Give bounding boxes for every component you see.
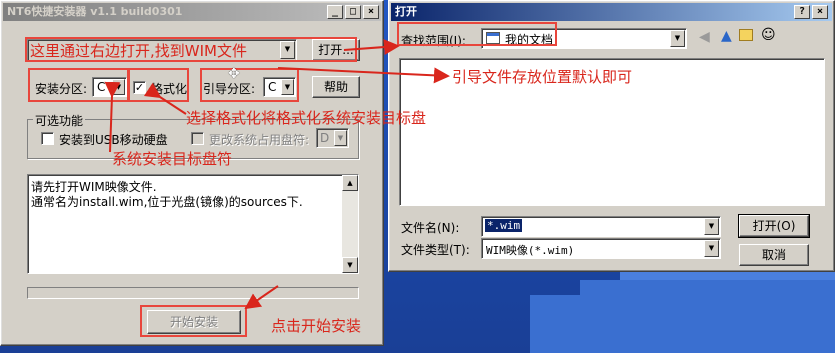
change-drive-select[interactable]: D ▼ [316,128,349,148]
chevron-down-icon[interactable]: ▼ [704,240,719,257]
filetype-value: WIM映像(*.wim) [486,244,575,257]
mouse-cursor-icon: ✥ [228,66,240,82]
log-scrollbar[interactable]: ▲ ▼ [342,175,358,273]
usb-checkbox[interactable] [41,132,54,145]
desktop-decoration [580,280,835,295]
annotation-click-start: 点击开始安装 [271,317,362,335]
annotation-boot-location: 引导文件存放位置默认即可 [452,68,633,86]
dialog-title-bar[interactable]: 打开 ? × [391,3,832,21]
highlight-start-button [140,305,247,337]
chevron-down-icon[interactable]: ▼ [704,218,719,235]
help-button[interactable]: 帮助 [312,76,360,98]
maximize-button[interactable]: □ [345,5,361,19]
minimize-button[interactable]: _ [327,5,343,19]
change-drive-checkbox[interactable] [191,132,204,145]
view-menu-icon[interactable]: ☺ [761,27,776,43]
highlight-boot-partition [200,68,299,102]
annotation-format-target: 选择格式化将格式化系统安装目标盘 [186,109,427,127]
dialog-cancel-button[interactable]: 取消 [739,244,809,266]
help-icon[interactable]: ? [794,5,810,19]
close-button[interactable]: × [363,5,379,19]
highlight-format [128,68,189,102]
progress-bar [27,287,359,299]
close-button[interactable]: × [812,5,828,19]
change-drive-label: 更改系统占用盘符: [209,133,310,147]
chevron-down-icon[interactable]: ▼ [670,30,685,47]
dialog-open-button[interactable]: 打开(O) [738,214,810,238]
annotation-open-wim: 这里通过右边打开,找到WIM文件 [30,42,247,60]
highlight-install-partition [28,68,129,102]
log-textarea[interactable]: 请先打开WIM映像文件. 通常名为install.wim,位于光盘(镜像)的so… [27,174,359,274]
dialog-title: 打开 [395,5,417,18]
installer-title: NT6快捷安装器 v1.1 build0301 [7,5,183,18]
highlight-look-in [397,22,557,46]
installer-title-bar[interactable]: NT6快捷安装器 v1.1 build0301 _ □ × [3,3,381,21]
change-drive-value: D [320,131,330,145]
back-icon[interactable]: ◀ [699,29,710,45]
scroll-up-button[interactable]: ▲ [342,175,358,191]
filetype-label: 文件类型(T): [401,243,470,257]
desktop-decoration [530,295,835,353]
new-folder-icon[interactable] [739,29,753,41]
filename-combo[interactable]: *.wim ▼ [481,216,721,237]
usb-option-label: 安装到USB移动硬盘 [59,133,168,147]
filename-value: *.wim [485,219,523,232]
options-group-title: 可选功能 [33,112,86,129]
log-line: 通常名为install.wim,位于光盘(镜像)的sources下. [31,195,303,209]
filetype-combo[interactable]: WIM映像(*.wim) ▼ [481,238,721,259]
chevron-down-icon[interactable]: ▼ [334,130,347,146]
filename-label: 文件名(N): [401,221,460,235]
annotation-target-disk: 系统安装目标盘符 [112,150,233,168]
scroll-down-button[interactable]: ▼ [342,257,358,273]
up-folder-icon[interactable]: ▲ [721,28,732,44]
